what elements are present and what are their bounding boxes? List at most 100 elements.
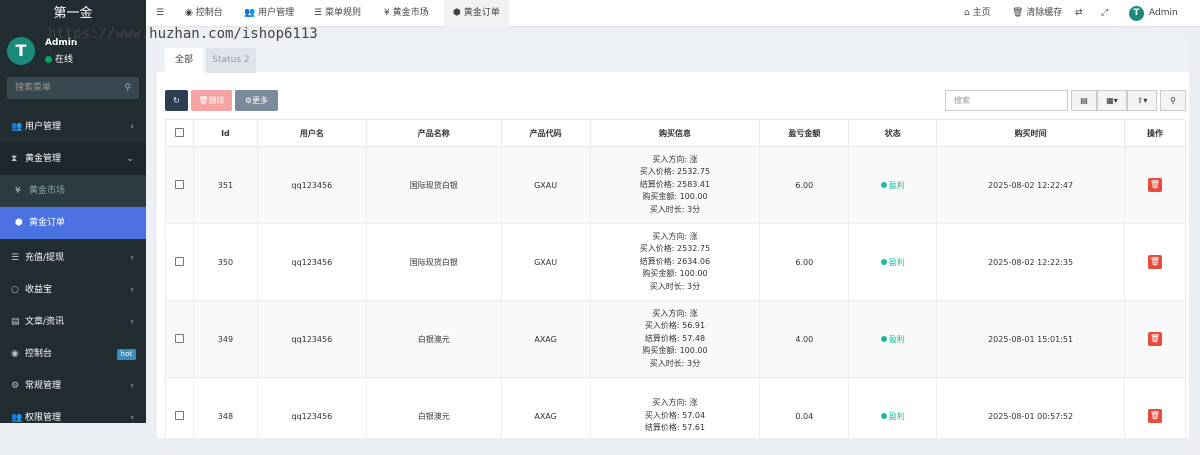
sidebar-item-gold-market[interactable]: ¥ 黄金市场 <box>0 175 146 207</box>
sidebar-item-gold-orders[interactable]: ⬢ 黄金订单 <box>0 207 146 239</box>
newspaper-icon: ▤ <box>11 317 20 327</box>
column-header[interactable]: 状态 <box>848 119 938 147</box>
sidebar-item-recharge[interactable]: ☰ 充值/提现 ‹ <box>0 242 146 274</box>
chevron-left-icon: ‹ <box>130 122 134 132</box>
topnav-label: 黄金订单 <box>463 8 500 18</box>
topnav-gold-market[interactable]: ¥ 黄金市场 <box>384 0 429 27</box>
table-search-input[interactable]: 搜索 <box>945 90 1068 111</box>
column-header[interactable]: 用户名 <box>256 119 367 147</box>
export-button[interactable]: ⇪▾ <box>1127 90 1157 111</box>
row-delete-button[interactable]: 🗑 <box>1147 178 1162 192</box>
sidebar-item-yield[interactable]: ○ 收益宝 ‹ <box>0 274 146 306</box>
select-all-checkbox[interactable] <box>174 127 184 137</box>
more-button[interactable]: ⚙更多 <box>235 90 278 111</box>
topnav-menu-rules[interactable]: ☰ 菜单规则 <box>314 0 361 27</box>
table-row[interactable]: 350 qq123456 国际现货白银 GXAU 买入方向: 涨买入价格: 25… <box>165 223 1187 301</box>
sidebar-item-articles[interactable]: ▤ 文章/资讯 ‹ <box>0 306 146 338</box>
column-header[interactable]: 购买时间 <box>936 119 1125 147</box>
buy-direction: 买入方向: 涨 <box>652 231 698 241</box>
orders-table: Id 用户名 产品名称 产品代码 购买信息 盈亏金额 状态 购买时间 操作 35… <box>165 119 1187 455</box>
menu-search-input[interactable]: 搜索菜单 ⚲ <box>7 77 139 99</box>
status-label: 盈利 <box>888 180 905 190</box>
row-delete-button[interactable]: 🗑 <box>1147 409 1162 423</box>
brand-logo[interactable]: 第一金 <box>0 0 146 27</box>
search-icon[interactable]: ⚲ <box>124 77 131 99</box>
translate-icon[interactable]: ⇄ <box>1075 0 1083 27</box>
cell-time: 2025-08-01 15:01:51 <box>936 300 1125 378</box>
topnav-clear-cache[interactable]: 🗑 清除缓存 <box>1012 0 1062 27</box>
sidebar: 第一金 T Admin 在线 搜索菜单 ⚲ 👥 用户管理 ‹ ⧗ 黄金管理 ⌄ ¥ 黄金市场… <box>0 0 146 423</box>
sidebar-item-general[interactable]: ⚙ 常规管理 ‹ <box>0 370 146 402</box>
column-header[interactable]: 产品名称 <box>365 119 502 147</box>
topnav-gold-orders[interactable]: ⬢ 黄金订单 <box>444 0 509 27</box>
row-checkbox[interactable] <box>174 179 184 189</box>
sidebar-item-label: 充值/提现 <box>25 253 65 263</box>
topnav-users[interactable]: 👥 用户管理 <box>244 0 294 27</box>
row-select-cell[interactable] <box>165 146 194 224</box>
sidebar-item-label: 黄金市场 <box>29 186 66 196</box>
table-row[interactable]: 348 qq123456 白银澳元 AXAG 买入方向: 涨买入价格: 57.0… <box>165 377 1187 455</box>
select-all-header[interactable] <box>165 119 194 147</box>
cell-user: qq123456 <box>256 146 367 224</box>
trash-icon: 🗑 <box>1012 8 1027 18</box>
cell-id: 348 <box>192 377 258 455</box>
buy-price: 买入价格: 2532.75 <box>639 244 711 254</box>
topnav-label: 主页 <box>972 8 991 18</box>
column-header[interactable]: 购买信息 <box>589 119 761 147</box>
export-icon: ⇪▾ <box>1136 96 1148 105</box>
sidebar-item-label: 用户管理 <box>25 122 62 132</box>
tab-status-2[interactable]: Status 2 <box>206 48 256 73</box>
yen-icon: ¥ <box>15 186 21 196</box>
status-label: 盈利 <box>888 334 905 344</box>
user-status-label: 在线 <box>55 55 74 65</box>
row-checkbox[interactable] <box>174 333 184 343</box>
dashboard-icon: ◉ <box>185 8 196 18</box>
cell-product: 国际现货白银 <box>365 146 502 224</box>
sidebar-item-label: 收益宝 <box>25 285 53 295</box>
topnav-home[interactable]: ⌂ 主页 <box>964 0 991 27</box>
cell-actions: 🗑 <box>1123 300 1187 378</box>
refresh-button[interactable]: ↻ <box>165 90 188 111</box>
column-header[interactable]: 产品代码 <box>500 119 591 147</box>
cell-code: GXAU <box>500 223 591 301</box>
sidebar-item-permissions[interactable]: 👥 权限管理 ‹ <box>0 402 146 434</box>
sidebar-item-users[interactable]: 👥 用户管理 ‹ <box>0 111 146 143</box>
topnav-admin[interactable]: T Admin <box>1129 0 1178 27</box>
row-select-cell[interactable] <box>165 377 194 455</box>
users-icon: 👥 <box>11 122 23 132</box>
hamburger-icon[interactable]: ☰ <box>156 0 164 27</box>
columns-button[interactable]: ▦▾ <box>1097 90 1127 111</box>
cube-icon: ⬢ <box>453 8 464 18</box>
buy-duration: 买入时长: 3分 <box>649 204 701 214</box>
cell-user: qq123456 <box>256 300 367 378</box>
sidebar-item-gold[interactable]: ⧗ 黄金管理 ⌄ <box>0 143 146 175</box>
cell-time: 2025-08-01 00:57:52 <box>936 377 1125 455</box>
sidebar-item-dashboard[interactable]: ◉ 控制台 hot <box>0 338 146 370</box>
tab-all[interactable]: 全部 <box>165 48 203 73</box>
topnav-dashboard[interactable]: ◉ 控制台 <box>185 0 223 27</box>
cell-product: 白银澳元 <box>365 377 502 455</box>
cell-pnl: 0.04 <box>759 377 850 455</box>
row-delete-button[interactable]: 🗑 <box>1147 255 1162 269</box>
settle-price: 结算价格: 2583.41 <box>639 179 711 189</box>
cell-buy-info: 买入方向: 涨买入价格: 57.04 结算价格: 57.61 <box>589 377 761 455</box>
row-select-cell[interactable] <box>165 223 194 301</box>
more-label: 更多 <box>252 96 269 105</box>
row-select-cell[interactable] <box>165 300 194 378</box>
group-icon: 👥 <box>11 413 23 423</box>
row-checkbox[interactable] <box>174 256 184 266</box>
watermark-text: https://www.huzhan.com/ishop6113 <box>48 26 318 42</box>
row-delete-button[interactable]: 🗑 <box>1147 332 1162 346</box>
column-header[interactable]: 盈亏金额 <box>759 119 850 147</box>
table-row[interactable]: 351 qq123456 国际现货白银 GXAU 买入方向: 涨买入价格: 25… <box>165 146 1187 224</box>
trash-icon: 🗑 <box>1149 257 1161 266</box>
fullscreen-icon[interactable]: ⤢ <box>1101 0 1108 27</box>
delete-button[interactable]: 🗑删除 <box>191 90 232 111</box>
search-button[interactable]: ⚲ <box>1160 90 1186 111</box>
row-checkbox[interactable] <box>174 410 184 420</box>
table-row[interactable]: 349 qq123456 白银澳元 AXAG 买入方向: 涨买入价格: 56.9… <box>165 300 1187 378</box>
column-header[interactable]: Id <box>192 119 258 147</box>
status-dot-icon <box>880 335 887 342</box>
toggle-view-button[interactable]: ▤ <box>1071 90 1097 111</box>
buy-duration: 买入时长: 3分 <box>649 281 701 291</box>
